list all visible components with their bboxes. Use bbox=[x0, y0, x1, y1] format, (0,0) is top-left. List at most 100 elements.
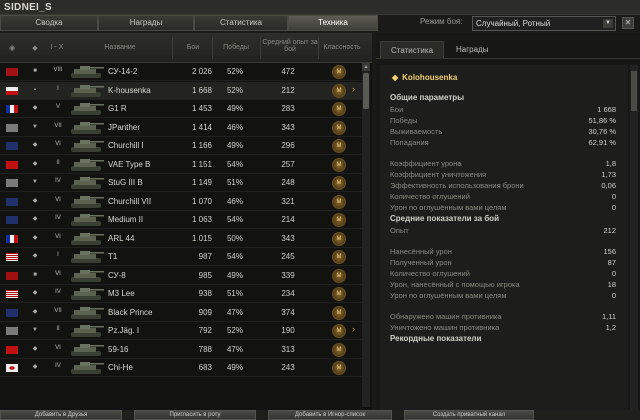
stat-label: Эффективность использования брони bbox=[390, 181, 524, 190]
stat-row: Выживаемость 30,76 % bbox=[390, 127, 616, 137]
table-row[interactable]: ■ VI СУ-8 985 49% 339 M bbox=[0, 267, 362, 285]
nation-filter-icon[interactable]: ◉ bbox=[6, 44, 18, 52]
stat-value: 1,8 bbox=[605, 159, 616, 168]
tier-label: VII bbox=[54, 122, 62, 129]
table-row[interactable]: ◆ VI Churchill I 1 166 49% 296 M bbox=[0, 137, 362, 155]
stat-row: Попадания 62,91 % bbox=[390, 138, 616, 148]
avg-xp: 343 bbox=[281, 233, 295, 243]
vehicle-name: СУ-14-2 bbox=[108, 67, 138, 76]
battles-count: 909 bbox=[198, 307, 212, 317]
vehicle-name: Black Prince bbox=[108, 307, 153, 317]
avg-xp: 245 bbox=[281, 252, 295, 261]
title-bar: SIDNEI_S bbox=[0, 0, 640, 15]
table-row[interactable]: ◆ VI ARL 44 1 015 50% 343 M bbox=[0, 230, 362, 248]
details-scrollbar[interactable] bbox=[630, 65, 638, 410]
close-icon[interactable]: ✕ bbox=[622, 17, 634, 29]
tank-icon bbox=[68, 138, 106, 154]
table-row[interactable]: ◆ IV M3 Lee 938 51% 234 M bbox=[0, 285, 362, 303]
mastery-badge-icon: M bbox=[332, 194, 346, 209]
mastery-badge-icon: M bbox=[332, 176, 346, 190]
tab-statistics[interactable]: Статистика bbox=[194, 15, 288, 31]
table-row[interactable]: ▼ II Pz.Jäg. I 792 52% 190 M › bbox=[0, 322, 362, 340]
stat-label: Полученный урон bbox=[390, 258, 452, 267]
tab-summary[interactable]: Сводка bbox=[0, 15, 98, 31]
vehicle-class-icon: ▼ bbox=[32, 179, 38, 185]
table-row[interactable]: ◆ II VAE Type B 1 151 54% 257 M bbox=[0, 156, 362, 174]
chevron-right-icon[interactable]: › bbox=[352, 84, 355, 94]
scroll-thumb[interactable] bbox=[631, 71, 637, 111]
chevron-down-icon: ▼ bbox=[603, 19, 613, 28]
stat-value: 18 bbox=[607, 280, 616, 289]
tab-vehicles[interactable]: Техника bbox=[288, 15, 378, 31]
vehicle-class-icon: ▪ bbox=[33, 86, 37, 93]
class-filter-icon[interactable]: ◆ bbox=[30, 44, 40, 52]
vehicle-name: M3 Lee bbox=[108, 289, 135, 298]
table-row[interactable]: ◆ V G1 R 1 453 49% 283 M bbox=[0, 100, 362, 118]
vehicle-list-scrollbar[interactable]: ▲ bbox=[362, 63, 370, 407]
add-to-ignore-button[interactable]: Добавить в Игнор-список bbox=[268, 410, 392, 420]
tier-label: IV bbox=[55, 178, 61, 184]
header-battles[interactable]: Бои bbox=[174, 44, 212, 51]
vehicle-name: Churchill VII bbox=[108, 196, 152, 206]
vehicle-class-icon: ◆ bbox=[32, 290, 38, 296]
vehicle-class-icon: ◆ bbox=[32, 160, 38, 167]
avg-xp: 283 bbox=[281, 104, 295, 113]
battles-count: 792 bbox=[198, 326, 212, 335]
header-mastery[interactable]: Классность bbox=[320, 44, 364, 51]
tab-details-awards[interactable]: Награды bbox=[446, 41, 498, 59]
table-row[interactable]: ◆ VI Churchill VII 1 070 46% 321 M bbox=[0, 193, 362, 211]
vehicle-name: Churchill I bbox=[108, 141, 144, 150]
divider bbox=[318, 37, 319, 59]
stat-label: Опыт bbox=[390, 226, 409, 235]
header-avg-xp[interactable]: Средний опыт за бой bbox=[262, 39, 318, 53]
table-row[interactable]: ▪ I K-housenka 1 668 52% 212 M › bbox=[0, 81, 362, 100]
create-private-channel-button[interactable]: Создать приватный канал bbox=[404, 410, 534, 420]
avg-xp: 343 bbox=[281, 122, 295, 132]
nation-flag-icon bbox=[6, 345, 18, 354]
battles-count: 1 453 bbox=[191, 104, 212, 113]
table-row[interactable]: ▼ IV StuG III B 1 149 51% 248 M bbox=[0, 174, 362, 192]
stat-value: 62,91 % bbox=[588, 138, 616, 147]
chevron-right-icon[interactable]: › bbox=[352, 324, 355, 334]
table-row[interactable]: ◆ IV Chi-He 683 49% 243 M bbox=[0, 359, 362, 377]
details-content: ◆ Kolohousenka Общие параметры Бои 1 668 Поб… bbox=[380, 65, 628, 410]
tab-details-statistics[interactable]: Статистика bbox=[380, 41, 445, 59]
stat-label: Количество оглушений bbox=[390, 192, 470, 201]
tier-label: I bbox=[57, 252, 59, 258]
tab-awards[interactable]: Награды bbox=[98, 15, 194, 31]
vehicle-name: VAE Type B bbox=[108, 159, 151, 169]
table-row[interactable]: ◆ VII Black Prince 909 47% 374 M bbox=[0, 304, 362, 322]
table-row[interactable]: ◆ VI 59-16 788 47% 313 M bbox=[0, 341, 362, 359]
battle-mode-label: Режим боя: bbox=[420, 17, 463, 26]
battle-mode-select[interactable]: Случайный, Ротный ▼ bbox=[472, 16, 616, 31]
table-row[interactable]: ◆ I T1 987 54% 245 M bbox=[0, 248, 362, 266]
vehicle-class-icon: ◆ bbox=[32, 345, 38, 352]
vehicle-class-icon: ◆ bbox=[32, 105, 38, 111]
scroll-up-icon[interactable]: ▲ bbox=[362, 63, 370, 71]
add-friend-button[interactable]: Добавить в Друзья bbox=[0, 410, 122, 420]
vehicle-name: JPanther bbox=[108, 122, 141, 132]
details-tabs: Статистика Награды bbox=[376, 41, 640, 59]
battles-count: 1 414 bbox=[191, 122, 212, 132]
tank-icon bbox=[68, 212, 106, 228]
header-name[interactable]: Название bbox=[90, 44, 150, 51]
header-tier[interactable]: I - X bbox=[44, 44, 70, 51]
table-row[interactable]: ▼ VII JPanther 1 414 46% 343 M bbox=[0, 119, 362, 137]
table-row[interactable]: ◆ IV Medium II 1 063 54% 214 M bbox=[0, 211, 362, 229]
invite-to-company-button[interactable]: Пригласить в роту bbox=[134, 410, 256, 420]
scroll-thumb[interactable] bbox=[363, 73, 369, 109]
mastery-badge-icon: M bbox=[332, 213, 346, 227]
win-rate: 46% bbox=[226, 196, 243, 206]
tank-icon bbox=[68, 360, 106, 376]
main-tabs: Сводка Награды Статистика Техника bbox=[0, 15, 380, 31]
tank-icon bbox=[68, 305, 106, 321]
tier-label: V bbox=[55, 104, 60, 110]
mastery-badge-icon: M bbox=[332, 231, 346, 246]
win-rate: 47% bbox=[226, 307, 243, 317]
stat-label: Попадания bbox=[390, 138, 429, 147]
table-row[interactable]: ■ VIII СУ-14-2 2 026 52% 472 M bbox=[0, 63, 362, 81]
header-wins[interactable]: Победы bbox=[214, 44, 258, 51]
vehicle-class-icon: ◆ bbox=[32, 197, 38, 204]
mastery-badge-icon: M bbox=[332, 120, 346, 135]
tank-icon bbox=[68, 157, 106, 173]
